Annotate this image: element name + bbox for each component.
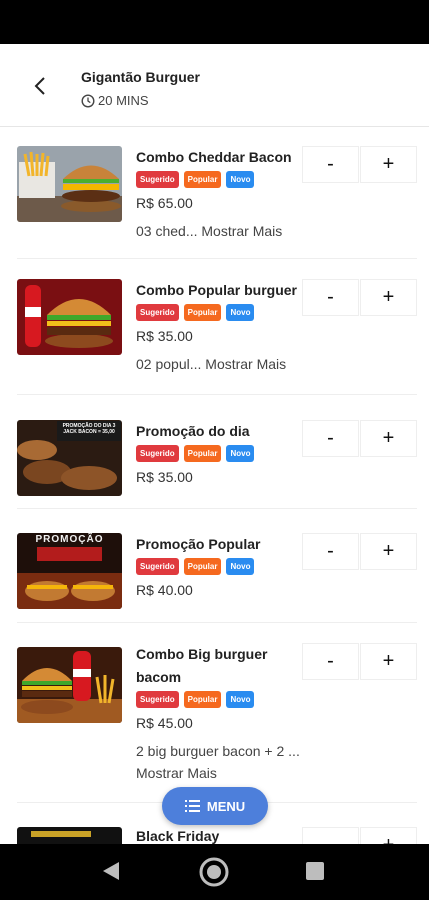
product-info: Combo Big burguer bacom Sugerido Popular… bbox=[136, 643, 306, 784]
page-header: Gigantão Burguer 20 MINS bbox=[0, 44, 429, 127]
product-name: Combo Big burguer bacom bbox=[136, 646, 268, 685]
decrement-button[interactable]: - bbox=[302, 827, 359, 844]
list-item[interactable]: Combo Big burguer bacom Sugerido Popular… bbox=[17, 623, 417, 803]
system-navigation-bar bbox=[0, 844, 429, 900]
badge-group: Sugerido Popular Novo bbox=[136, 691, 306, 708]
quantity-stepper: - + bbox=[302, 279, 417, 316]
product-name: Promoção Popular bbox=[136, 536, 261, 552]
badge-new: Novo bbox=[226, 691, 255, 708]
product-image bbox=[17, 647, 122, 723]
increment-button[interactable]: + bbox=[360, 533, 417, 570]
badge-suggested: Sugerido bbox=[136, 171, 179, 188]
badge-popular: Popular bbox=[183, 171, 222, 188]
badge-group: Sugerido Popular Novo bbox=[136, 445, 306, 462]
nav-home-button[interactable] bbox=[198, 856, 230, 888]
increment-button[interactable]: + bbox=[360, 420, 417, 457]
quantity-stepper: - + bbox=[302, 146, 417, 183]
back-button[interactable] bbox=[28, 74, 52, 98]
product-description[interactable]: 2 big burguer bacon + 2 ... Mostrar Mais bbox=[136, 740, 306, 784]
badge-new: Novo bbox=[226, 171, 255, 188]
product-image bbox=[17, 279, 122, 355]
store-name: Gigantão Burguer bbox=[81, 69, 201, 85]
product-name: Combo Cheddar Bacon bbox=[136, 149, 292, 165]
menu-button-label: MENU bbox=[206, 798, 246, 814]
list-item[interactable]: Combo Cheddar Bacon Sugerido Popular Nov… bbox=[17, 127, 417, 259]
quantity-stepper: - + bbox=[302, 533, 417, 570]
list-item[interactable]: PROMOÇÃO Promoção Popular Sugerido Popul… bbox=[17, 509, 417, 623]
product-price: R$ 45.00 bbox=[136, 715, 193, 731]
chevron-left-icon bbox=[34, 77, 45, 95]
badge-new: Novo bbox=[226, 304, 255, 321]
decrement-button[interactable]: - bbox=[302, 420, 359, 457]
nav-recents-button[interactable] bbox=[305, 861, 325, 881]
product-image bbox=[17, 827, 122, 844]
product-description[interactable]: 02 popul... Mostrar Mais bbox=[136, 353, 306, 375]
product-image: PROMOÇÃO bbox=[17, 533, 122, 609]
product-list[interactable]: Combo Cheddar Bacon Sugerido Popular Nov… bbox=[0, 127, 429, 844]
square-recents-icon bbox=[306, 862, 324, 880]
badge-suggested: Sugerido bbox=[136, 691, 179, 708]
badge-new: Novo bbox=[226, 445, 255, 462]
product-image: PROMOÇÃO DO DIA 3 JACK BACON = 35,00 bbox=[17, 420, 122, 496]
triangle-back-icon bbox=[103, 862, 119, 880]
badge-group: Sugerido Popular Novo bbox=[136, 304, 306, 321]
product-name: Promoção do dia bbox=[136, 423, 250, 439]
product-price: R$ 40.00 bbox=[136, 582, 193, 598]
badge-group: Sugerido Popular Novo bbox=[136, 558, 306, 575]
product-description[interactable]: 03 ched... Mostrar Mais bbox=[136, 220, 306, 242]
quantity-stepper: - + bbox=[302, 420, 417, 457]
status-bar bbox=[0, 0, 429, 44]
list-icon bbox=[184, 800, 200, 812]
decrement-button[interactable]: - bbox=[302, 533, 359, 570]
badge-popular: Popular bbox=[183, 558, 222, 575]
product-name: Black Friday bbox=[136, 828, 220, 844]
product-price: R$ 65.00 bbox=[136, 195, 193, 211]
increment-button[interactable]: + bbox=[360, 279, 417, 316]
decrement-button[interactable]: - bbox=[302, 146, 359, 183]
product-info: Promoção do dia Sugerido Popular Novo R$… bbox=[136, 420, 306, 487]
increment-button[interactable]: + bbox=[360, 643, 417, 680]
badge-popular: Popular bbox=[183, 445, 222, 462]
circle-home-icon bbox=[199, 857, 229, 887]
product-price: R$ 35.00 bbox=[136, 469, 193, 485]
badge-group: Sugerido Popular Novo bbox=[136, 171, 306, 188]
decrement-button[interactable]: - bbox=[302, 643, 359, 680]
image-caption: PROMOÇÃO DO DIA 3 JACK BACON = 35,00 bbox=[62, 423, 116, 435]
badge-popular: Popular bbox=[183, 304, 222, 321]
quantity-stepper: - + bbox=[302, 827, 417, 844]
product-info: Combo Popular burguer Sugerido Popular N… bbox=[136, 279, 306, 375]
nav-back-button[interactable] bbox=[100, 860, 122, 882]
delivery-time-label: 20 MINS bbox=[98, 93, 149, 108]
badge-suggested: Sugerido bbox=[136, 445, 179, 462]
delivery-time: 20 MINS bbox=[81, 93, 149, 108]
menu-button[interactable]: MENU bbox=[162, 787, 268, 825]
list-item[interactable]: Combo Popular burguer Sugerido Popular N… bbox=[17, 259, 417, 395]
product-info: Combo Cheddar Bacon Sugerido Popular Nov… bbox=[136, 146, 306, 242]
list-item[interactable]: PROMOÇÃO DO DIA 3 JACK BACON = 35,00 Pro… bbox=[17, 395, 417, 509]
product-info: Promoção Popular Sugerido Popular Novo R… bbox=[136, 533, 306, 600]
decrement-button[interactable]: - bbox=[302, 279, 359, 316]
increment-button[interactable]: + bbox=[360, 827, 417, 844]
clock-icon bbox=[81, 93, 95, 108]
product-price: R$ 35.00 bbox=[136, 328, 193, 344]
badge-popular: Popular bbox=[183, 691, 222, 708]
badge-suggested: Sugerido bbox=[136, 304, 179, 321]
product-info: Black Friday bbox=[136, 825, 306, 844]
badge-suggested: Sugerido bbox=[136, 558, 179, 575]
increment-button[interactable]: + bbox=[360, 146, 417, 183]
product-name: Combo Popular burguer bbox=[136, 282, 297, 298]
product-image bbox=[17, 146, 122, 222]
image-caption: PROMOÇÃO bbox=[35, 534, 104, 545]
quantity-stepper: - + bbox=[302, 643, 417, 680]
badge-new: Novo bbox=[226, 558, 255, 575]
